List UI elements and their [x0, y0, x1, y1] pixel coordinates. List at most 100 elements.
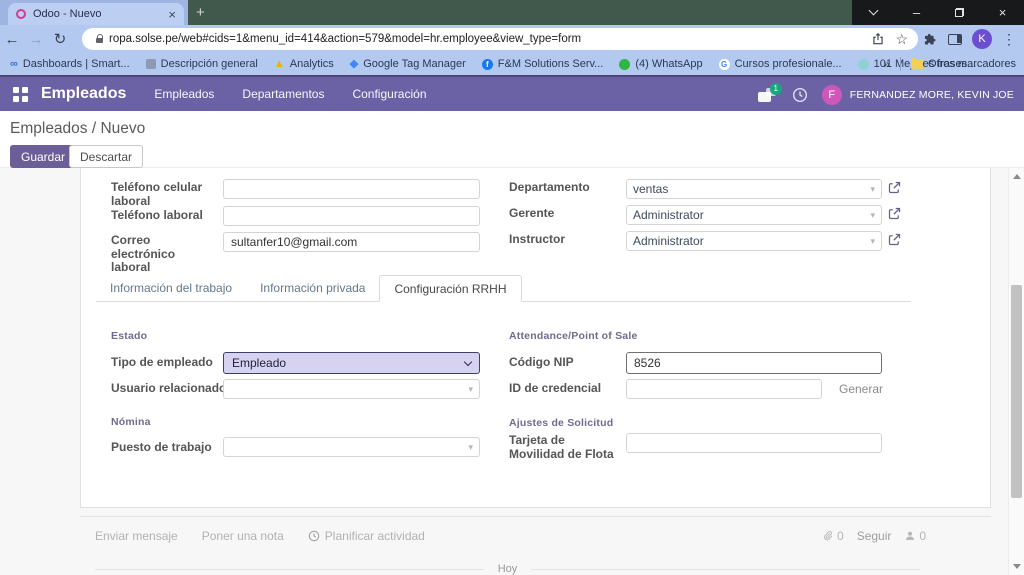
- extensions-icon[interactable]: [923, 32, 938, 47]
- badge-id-input[interactable]: [626, 379, 822, 399]
- restore-icon[interactable]: [940, 0, 980, 25]
- schedule-activity-button[interactable]: Planificar actividad: [308, 529, 425, 543]
- tab-informacion-privada[interactable]: Información privada: [246, 275, 379, 302]
- scroll-down-icon[interactable]: [1013, 564, 1021, 569]
- dot-icon: [858, 59, 869, 70]
- department-field[interactable]: ventas ▾: [626, 179, 882, 199]
- bookmark-item[interactable]: G Cursos profesionale...: [719, 58, 842, 70]
- bookmark-item[interactable]: ◆ Google Tag Manager: [350, 58, 466, 70]
- chevron-down-icon[interactable]: ▾: [870, 236, 875, 247]
- activities-clock-icon[interactable]: [792, 87, 808, 103]
- bookmark-item[interactable]: ▲ Analytics: [274, 58, 334, 70]
- browser-profile-avatar[interactable]: K: [972, 29, 992, 49]
- bookmarks-overflow-icon[interactable]: »: [883, 57, 890, 71]
- work-email-input[interactable]: [223, 232, 480, 252]
- form-sheet: Teléfono celular laboral Teléfono labora…: [80, 168, 991, 508]
- nav-right: 1 F FERNANDEZ MORE, KEVIN JOE: [758, 77, 1014, 113]
- field-label: Puesto de trabajo: [111, 441, 212, 455]
- gtm-icon: ◆: [350, 59, 358, 70]
- forward-icon[interactable]: →: [24, 31, 48, 48]
- browser-tab-strip: Odoo - Nuevo × + – ×: [0, 0, 1024, 25]
- attachments-button[interactable]: 0: [822, 529, 844, 543]
- bookmark-item[interactable]: (4) WhatsApp: [619, 58, 702, 70]
- mobility-card-input[interactable]: [626, 433, 882, 453]
- section-attendance: Attendance/Point of Sale: [509, 330, 637, 342]
- external-link-icon[interactable]: [887, 206, 903, 222]
- manager-field[interactable]: Administrator ▾: [626, 205, 882, 225]
- facebook-icon: f: [482, 59, 493, 70]
- chevron-down-icon[interactable]: ▾: [468, 442, 473, 453]
- bookmark-item[interactable]: Descripción general: [146, 58, 258, 70]
- tab-informacion-del-trabajo[interactable]: Información del trabajo: [96, 275, 246, 302]
- side-panel-icon[interactable]: [948, 34, 962, 45]
- share-icon[interactable]: [871, 32, 885, 46]
- menu-configuracion[interactable]: Configuración: [352, 87, 426, 101]
- field-label: Gerente: [509, 207, 624, 221]
- menu-departamentos[interactable]: Departamentos: [242, 87, 324, 101]
- breadcrumb[interactable]: Empleados / Nuevo: [10, 120, 145, 138]
- send-message-button[interactable]: Enviar mensaje: [95, 529, 178, 543]
- document-icon: [146, 59, 156, 69]
- section-nomina: Nómina: [111, 416, 151, 428]
- follow-button[interactable]: Seguir: [857, 529, 892, 543]
- mobile-phone-input[interactable]: [223, 179, 480, 199]
- external-link-icon[interactable]: [887, 180, 903, 196]
- field-label: ID de credencial: [509, 382, 601, 396]
- scrollbar[interactable]: [1008, 168, 1024, 575]
- job-position-field[interactable]: ▾: [223, 437, 480, 457]
- related-user-field[interactable]: ▾: [223, 379, 480, 399]
- reload-icon[interactable]: ↻: [48, 30, 72, 48]
- pin-code-input[interactable]: [626, 352, 882, 374]
- chevron-down-icon[interactable]: ▾: [870, 210, 875, 221]
- infinity-icon: ∞: [10, 59, 18, 70]
- bookmark-star-icon[interactable]: ☆: [895, 31, 908, 48]
- external-link-icon[interactable]: [887, 232, 903, 248]
- browser-tab[interactable]: Odoo - Nuevo ×: [8, 3, 184, 25]
- tab-close-icon[interactable]: ×: [168, 7, 176, 22]
- tab-search-icon[interactable]: [854, 0, 894, 25]
- person-icon: [904, 530, 916, 542]
- apps-grid-icon[interactable]: [13, 87, 28, 102]
- chatter-right: 0 Seguir 0: [822, 529, 926, 543]
- tab-configuracion-rrhh[interactable]: Configuración RRHH: [379, 275, 521, 302]
- close-icon[interactable]: ×: [983, 0, 1023, 25]
- lock-icon[interactable]: [96, 38, 103, 43]
- toolbar-right: K ⋮: [923, 25, 1024, 53]
- log-note-button[interactable]: Poner una nota: [202, 529, 284, 543]
- chevron-down-icon[interactable]: ▾: [468, 384, 473, 395]
- app-title[interactable]: Empleados: [41, 85, 126, 103]
- user-menu[interactable]: FERNANDEZ MORE, KEVIN JOE: [850, 89, 1014, 101]
- browser-menu-icon[interactable]: ⋮: [1002, 31, 1016, 48]
- paperclip-icon: [822, 530, 834, 542]
- work-phone-input[interactable]: [223, 206, 480, 226]
- field-label: Usuario relacionado: [111, 382, 226, 396]
- field-label: Departamento: [509, 181, 624, 195]
- save-button[interactable]: Guardar: [10, 145, 76, 168]
- browser-toolbar: ← → ↻ ropa.solse.pe/web#cids=1&menu_id=4…: [0, 25, 1024, 53]
- followers-button[interactable]: 0: [904, 529, 926, 543]
- minimize-icon[interactable]: –: [897, 0, 937, 25]
- generate-badge-button[interactable]: Generar: [839, 382, 883, 396]
- scroll-up-icon[interactable]: [1013, 174, 1021, 179]
- clock-icon: [308, 530, 320, 542]
- new-tab-button[interactable]: +: [196, 3, 205, 23]
- chevron-down-icon[interactable]: ▾: [870, 184, 875, 195]
- odoo-favicon-icon: [16, 9, 26, 19]
- url-text[interactable]: ropa.solse.pe/web#cids=1&menu_id=414&act…: [109, 33, 861, 45]
- divider: [900, 57, 901, 71]
- address-bar[interactable]: ropa.solse.pe/web#cids=1&menu_id=414&act…: [82, 28, 918, 50]
- scrollbar-thumb[interactable]: [1011, 285, 1022, 498]
- coach-field[interactable]: Administrator ▾: [626, 231, 882, 251]
- bookmark-item[interactable]: ∞ Dashboards | Smart...: [10, 58, 130, 70]
- discard-button[interactable]: Descartar: [69, 145, 143, 168]
- bookmark-item[interactable]: f F&M Solutions Serv...: [482, 58, 604, 70]
- back-icon[interactable]: ←: [0, 31, 24, 48]
- section-ajustes: Ajustes de Solicitud: [509, 417, 613, 429]
- messages-icon[interactable]: 1: [758, 88, 778, 103]
- section-estado: Estado: [111, 330, 147, 342]
- other-bookmarks[interactable]: Otros marcadores: [911, 58, 1016, 70]
- user-avatar[interactable]: F: [822, 85, 842, 105]
- employee-type-select[interactable]: Empleado: [223, 352, 480, 374]
- date-separator: Hoy: [95, 563, 920, 575]
- menu-empleados[interactable]: Empleados: [154, 87, 214, 101]
